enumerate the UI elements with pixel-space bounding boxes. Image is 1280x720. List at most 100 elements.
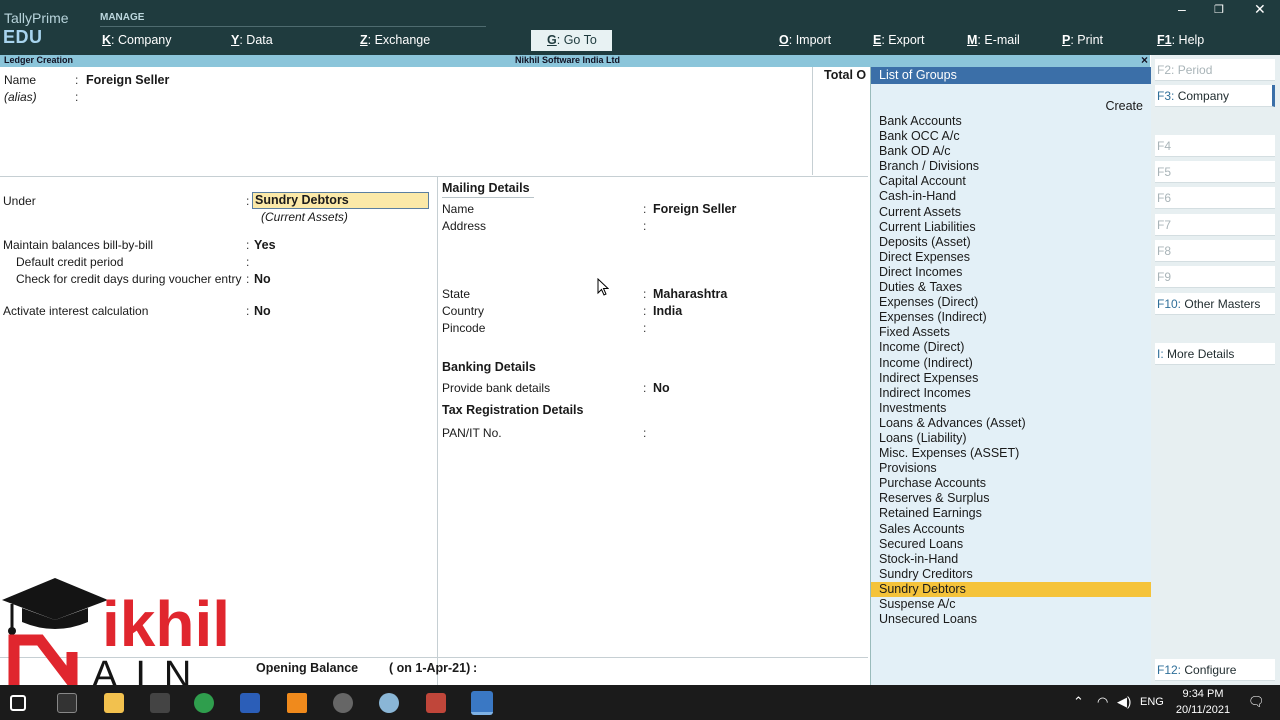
group-list-item[interactable]: Deposits (Asset): [871, 235, 1152, 250]
f3-company-button[interactable]: F3: Company: [1155, 85, 1275, 107]
group-list-item[interactable]: Indirect Expenses: [871, 371, 1152, 386]
clock-date[interactable]: 20/11/2021: [1168, 704, 1238, 716]
interest-label: Activate interest calculation: [3, 304, 149, 318]
group-list-item[interactable]: Income (Indirect): [871, 356, 1152, 371]
minimize-icon[interactable]: –: [1178, 1, 1186, 17]
group-list-item[interactable]: Unsecured Loans: [871, 612, 1152, 627]
group-list-item[interactable]: Sundry Debtors: [871, 581, 1152, 597]
task-view-icon[interactable]: [57, 693, 77, 713]
group-list-item[interactable]: Loans (Liability): [871, 431, 1152, 446]
more-details-button[interactable]: I: More Details: [1155, 343, 1275, 365]
start-icon[interactable]: [10, 695, 26, 711]
speedometer-icon[interactable]: [333, 693, 353, 713]
colon: :: [643, 381, 647, 395]
chevron-up-icon[interactable]: ⌃: [1073, 694, 1084, 710]
state-field[interactable]: Maharashtra: [653, 287, 727, 301]
clock-time[interactable]: 9:34 PM: [1168, 688, 1238, 700]
group-list-item[interactable]: Secured Loans: [871, 537, 1152, 552]
group-list-item[interactable]: Sales Accounts: [871, 522, 1152, 537]
word-icon[interactable]: [240, 693, 260, 713]
menu-data[interactable]: Y: Data: [231, 33, 273, 47]
menu-export[interactable]: E: Export: [873, 33, 924, 47]
group-list-item[interactable]: Misc. Expenses (ASSET): [871, 446, 1152, 461]
menu-email[interactable]: M: E-mail: [967, 33, 1020, 47]
group-list-item[interactable]: Sundry Creditors: [871, 567, 1152, 582]
menu-help[interactable]: F1: Help: [1157, 33, 1204, 47]
f10-other-masters-button[interactable]: F10: Other Masters: [1155, 293, 1275, 315]
group-list-item[interactable]: Reserves & Surplus: [871, 491, 1152, 506]
colon: :: [246, 238, 250, 252]
group-list-item[interactable]: Bank OD A/c: [871, 144, 1152, 159]
f2-period-button[interactable]: F2: Period: [1155, 59, 1275, 81]
group-list-item[interactable]: Income (Direct): [871, 340, 1152, 355]
menu-print[interactable]: P: Print: [1062, 33, 1103, 47]
tally-taskbar-icon[interactable]: [471, 691, 493, 715]
group-list-item[interactable]: Bank Accounts: [871, 114, 1152, 129]
group-list-item[interactable]: Purchase Accounts: [871, 476, 1152, 491]
under-label: Under: [3, 194, 36, 208]
country-field[interactable]: India: [653, 304, 682, 318]
f7-button[interactable]: F7: [1155, 214, 1275, 236]
group-list-item[interactable]: Fixed Assets: [871, 325, 1152, 340]
bill-by-bill-field[interactable]: Yes: [254, 238, 276, 252]
f5-button[interactable]: F5: [1155, 161, 1275, 183]
f8-button[interactable]: F8: [1155, 240, 1275, 262]
f6-button[interactable]: F6: [1155, 187, 1275, 209]
name-field[interactable]: Foreign Seller: [86, 73, 169, 87]
banking-heading: Banking Details: [442, 360, 536, 374]
mailing-name-field[interactable]: Foreign Seller: [653, 202, 736, 216]
wifi-icon[interactable]: ◠: [1097, 694, 1108, 710]
bank-details-field[interactable]: No: [653, 381, 670, 395]
menu-import[interactable]: O: Import: [779, 33, 831, 47]
f12-configure-button[interactable]: F12: Configure: [1155, 659, 1275, 681]
group-list-item[interactable]: Duties & Taxes: [871, 280, 1152, 295]
group-list-item[interactable]: Provisions: [871, 461, 1152, 476]
vlc-icon[interactable]: [287, 693, 307, 713]
group-list-item[interactable]: Bank OCC A/c: [871, 129, 1152, 144]
chrome-icon[interactable]: [194, 693, 214, 713]
group-list-item[interactable]: Suspense A/c: [871, 597, 1152, 612]
group-list-item[interactable]: Loans & Advances (Asset): [871, 416, 1152, 431]
menu-goto[interactable]: G: Go To: [531, 30, 612, 51]
under-input[interactable]: Sundry Debtors: [252, 192, 429, 209]
colon: :: [246, 194, 250, 208]
screen-title-strip: Ledger Creation Nikhil Software India Lt…: [0, 53, 1150, 67]
paint-icon[interactable]: [379, 693, 399, 713]
right-button-bar: F2: Period F3: Company F4 F5 F6 F7 F8 F9…: [1151, 55, 1280, 685]
colon: :: [643, 304, 647, 318]
notification-icon[interactable]: 🗨: [1248, 694, 1265, 710]
group-list-item[interactable]: Direct Incomes: [871, 265, 1152, 280]
header-divider: [0, 176, 868, 177]
f9-button[interactable]: F9: [1155, 266, 1275, 288]
group-list-item[interactable]: Current Assets: [871, 205, 1152, 220]
create-group-button[interactable]: Create: [1105, 99, 1143, 113]
colon: :: [643, 426, 647, 440]
menu-exchange[interactable]: Z: Exchange: [360, 33, 430, 47]
app-icon-2[interactable]: [426, 693, 446, 713]
speaker-icon[interactable]: ◀): [1117, 694, 1131, 710]
group-list-item[interactable]: Stock-in-Hand: [871, 552, 1152, 567]
group-list-item[interactable]: Direct Expenses: [871, 250, 1152, 265]
restore-icon[interactable]: ❐: [1214, 3, 1224, 16]
group-list-item[interactable]: Retained Earnings: [871, 506, 1152, 521]
menu-company[interactable]: K: Company: [102, 33, 171, 47]
language-indicator[interactable]: ENG: [1140, 696, 1164, 708]
top-menu-bar: TallyPrime EDU MANAGE K: Company Y: Data…: [0, 0, 1280, 55]
group-list-item[interactable]: Expenses (Indirect): [871, 310, 1152, 325]
group-list-item[interactable]: Capital Account: [871, 174, 1152, 189]
close-icon[interactable]: ✕: [1254, 1, 1266, 18]
file-explorer-icon[interactable]: [104, 693, 124, 713]
interest-field[interactable]: No: [254, 304, 271, 318]
name-label: Name: [4, 73, 37, 87]
group-list-item[interactable]: Indirect Incomes: [871, 386, 1152, 401]
group-list-item[interactable]: Expenses (Direct): [871, 295, 1152, 310]
group-list-item[interactable]: Branch / Divisions: [871, 159, 1152, 174]
f4-button[interactable]: F4: [1155, 135, 1275, 157]
group-list-item[interactable]: Current Liabilities: [871, 220, 1152, 235]
app-icon[interactable]: [150, 693, 170, 713]
group-list-item[interactable]: Investments: [871, 401, 1152, 416]
credit-check-field[interactable]: No: [254, 272, 271, 286]
group-list-item[interactable]: Cash-in-Hand: [871, 189, 1152, 204]
logo-subtext: AIN: [92, 654, 209, 688]
close-screen-icon[interactable]: ×: [1141, 53, 1148, 67]
